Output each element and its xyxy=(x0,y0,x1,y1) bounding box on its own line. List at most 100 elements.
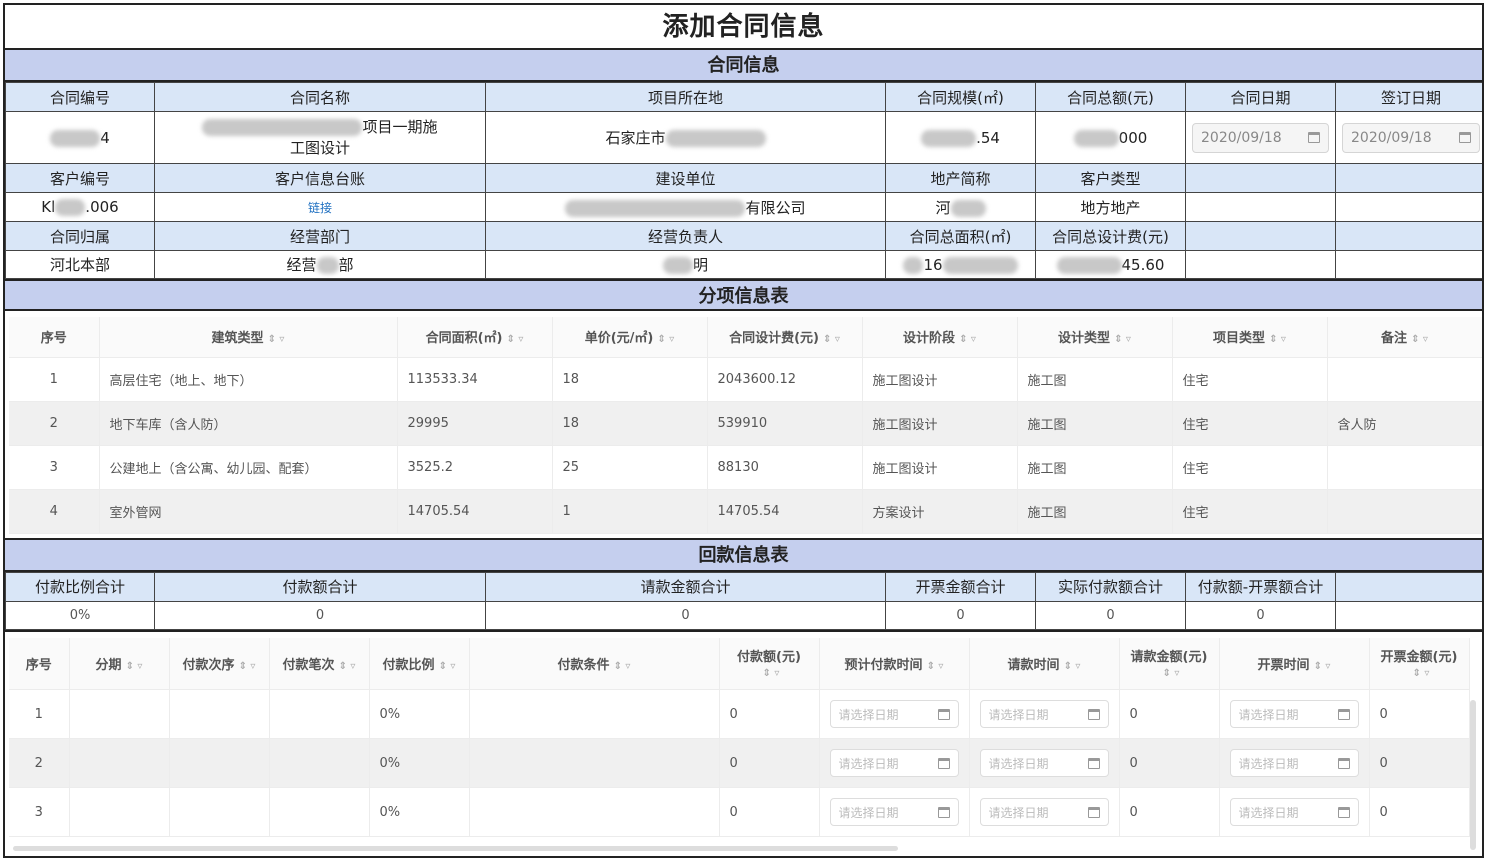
contract-name-value[interactable]: 项目一期施 工图设计 xyxy=(154,111,486,164)
cell-stage[interactable] xyxy=(69,738,170,788)
cell-unit-price[interactable]: 18 xyxy=(552,401,708,446)
cell-request-time[interactable]: 请选择日期 xyxy=(969,738,1120,788)
cell-unit-price[interactable]: 1 xyxy=(552,489,708,534)
cell-pay-amount[interactable]: 0 xyxy=(719,738,820,788)
cell-request-amount[interactable]: 0 xyxy=(1119,689,1220,739)
total-fee-value[interactable]: 45.60 xyxy=(1035,250,1186,279)
cell-unit-price[interactable]: 18 xyxy=(552,357,708,402)
col-pay-order[interactable]: 付款次序 ⇕ ▿ xyxy=(169,637,270,690)
customer-type-value[interactable]: 地方地产 xyxy=(1035,192,1186,222)
manager-value[interactable]: 明 xyxy=(485,250,886,279)
scale-value[interactable]: .54 xyxy=(885,111,1036,164)
cell-remark[interactable]: 含人防 xyxy=(1327,401,1482,446)
table-row[interactable]: 3 公建地上（含公寓、幼儿园、配套） 3525.2 25 88130 施工图设计… xyxy=(9,445,1482,490)
col-invoice-time[interactable]: 开票时间 ⇕ ▿ xyxy=(1219,637,1370,690)
table-row[interactable]: 3 0% 0 请选择日期 请选择日期 0 请选择日期 0 xyxy=(9,787,1470,837)
customer-no-value[interactable]: Kl .006 xyxy=(5,192,155,222)
col-remark[interactable]: 备注 ⇕ ▿ xyxy=(1327,317,1482,358)
cell-area[interactable]: 14705.54 xyxy=(397,489,553,534)
cell-project-type[interactable]: 住宅 xyxy=(1172,445,1328,490)
sort-filter-icon[interactable]: ⇕ ▿ xyxy=(268,334,285,345)
cell-expected-time[interactable]: 请选择日期 xyxy=(819,738,970,788)
cell-request-amount[interactable]: 0 xyxy=(1119,738,1220,788)
table-row[interactable]: 1 高层住宅（地上、地下） 113533.34 18 2043600.12 施工… xyxy=(9,357,1482,402)
cell-stage[interactable] xyxy=(69,689,170,739)
sort-filter-icon[interactable]: ⇕ ▿ xyxy=(1064,661,1081,672)
cell-building-type[interactable]: 高层住宅（地上、地下） xyxy=(99,357,398,402)
cell-invoice-amount[interactable]: 0 xyxy=(1369,787,1470,837)
total-area-value[interactable]: 16 xyxy=(885,250,1036,279)
cell-design-fee[interactable]: 14705.54 xyxy=(707,489,863,534)
contract-date-field[interactable]: 2020/09/18 xyxy=(1185,111,1336,164)
cell-request-time[interactable]: 请选择日期 xyxy=(969,689,1120,739)
sort-filter-icon[interactable]: ⇕ ▿ xyxy=(763,668,780,679)
cell-design-type[interactable]: 施工图 xyxy=(1017,401,1173,446)
cell-pay-order[interactable] xyxy=(169,689,270,739)
cell-pay-count[interactable] xyxy=(269,787,370,837)
cell-design-fee[interactable]: 88130 xyxy=(707,445,863,490)
cell-area[interactable]: 113533.34 xyxy=(397,357,553,402)
sort-filter-icon[interactable]: ⇕ ▿ xyxy=(1269,334,1286,345)
cell-request-amount[interactable]: 0 xyxy=(1119,787,1220,837)
cell-expected-time[interactable]: 请选择日期 xyxy=(819,689,970,739)
sort-filter-icon[interactable]: ⇕ ▿ xyxy=(239,661,256,672)
dept-value[interactable]: 经营部 xyxy=(154,250,486,279)
cell-pay-amount[interactable]: 0 xyxy=(719,689,820,739)
sign-date-field[interactable]: 2020/09/18 xyxy=(1335,111,1482,164)
col-pay-ratio[interactable]: 付款比例 ⇕ ▿ xyxy=(369,637,470,690)
col-project-type[interactable]: 项目类型 ⇕ ▿ xyxy=(1172,317,1328,358)
contract-no-value[interactable]: 4 xyxy=(5,111,155,164)
cell-invoice-amount[interactable]: 0 xyxy=(1369,738,1470,788)
sort-filter-icon[interactable]: ⇕ ▿ xyxy=(959,334,976,345)
cell-design-stage[interactable]: 施工图设计 xyxy=(862,401,1018,446)
sort-filter-icon[interactable]: ⇕ ▿ xyxy=(1114,334,1131,345)
builder-value[interactable]: 有限公司 xyxy=(485,192,886,222)
sort-filter-icon[interactable]: ⇕ ▿ xyxy=(339,661,356,672)
cell-invoice-amount[interactable]: 0 xyxy=(1369,689,1470,739)
cell-pay-order[interactable] xyxy=(169,787,270,837)
date-picker[interactable]: 请选择日期 xyxy=(1229,749,1359,777)
cell-design-stage[interactable]: 施工图设计 xyxy=(862,357,1018,402)
cell-project-type[interactable]: 住宅 xyxy=(1172,357,1328,402)
col-design-type[interactable]: 设计类型 ⇕ ▿ xyxy=(1017,317,1173,358)
table-row[interactable]: 4 室外管网 14705.54 1 14705.54 方案设计 施工图 住宅 xyxy=(9,489,1482,534)
date-picker[interactable]: 请选择日期 xyxy=(979,700,1109,728)
cell-remark[interactable] xyxy=(1327,445,1482,490)
cell-remark[interactable] xyxy=(1327,357,1482,402)
cell-building-type[interactable]: 地下车库（含人防） xyxy=(99,401,398,446)
cell-project-type[interactable]: 住宅 xyxy=(1172,401,1328,446)
cell-building-type[interactable]: 公建地上（含公寓、幼儿园、配套） xyxy=(99,445,398,490)
date-picker[interactable]: 请选择日期 xyxy=(1229,700,1359,728)
location-value[interactable]: 石家庄市 xyxy=(485,111,886,164)
cell-design-type[interactable]: 施工图 xyxy=(1017,489,1173,534)
date-picker[interactable]: 请选择日期 xyxy=(979,798,1109,826)
date-picker[interactable]: 请选择日期 xyxy=(829,700,959,728)
date-picker[interactable]: 请选择日期 xyxy=(829,798,959,826)
sort-filter-icon[interactable]: ⇕ ▿ xyxy=(1411,334,1428,345)
sort-filter-icon[interactable]: ⇕ ▿ xyxy=(657,334,674,345)
contract-owner-value[interactable]: 河北本部 xyxy=(5,250,155,279)
cell-pay-condition[interactable] xyxy=(469,787,720,837)
cell-invoice-time[interactable]: 请选择日期 xyxy=(1219,738,1370,788)
cell-expected-time[interactable]: 请选择日期 xyxy=(819,787,970,837)
col-stage[interactable]: 分期 ⇕ ▿ xyxy=(69,637,170,690)
cell-request-time[interactable]: 请选择日期 xyxy=(969,787,1120,837)
cell-pay-condition[interactable] xyxy=(469,738,720,788)
cell-design-type[interactable]: 施工图 xyxy=(1017,445,1173,490)
cell-area[interactable]: 3525.2 xyxy=(397,445,553,490)
cell-pay-condition[interactable] xyxy=(469,689,720,739)
col-design-fee[interactable]: 合同设计费(元) ⇕ ▿ xyxy=(707,317,863,358)
horizontal-scrollbar[interactable] xyxy=(13,846,898,851)
date-picker[interactable]: 请选择日期 xyxy=(829,749,959,777)
sort-filter-icon[interactable]: ⇕ ▿ xyxy=(823,334,840,345)
cell-area[interactable]: 29995 xyxy=(397,401,553,446)
col-unit-price[interactable]: 单价(元/㎡) ⇕ ▿ xyxy=(552,317,708,358)
cell-design-stage[interactable]: 方案设计 xyxy=(862,489,1018,534)
col-design-stage[interactable]: 设计阶段 ⇕ ▿ xyxy=(862,317,1018,358)
cell-pay-amount[interactable]: 0 xyxy=(719,787,820,837)
col-area[interactable]: 合同面积(㎡) ⇕ ▿ xyxy=(397,317,553,358)
col-pay-count[interactable]: 付款笔次 ⇕ ▿ xyxy=(269,637,370,690)
sort-filter-icon[interactable]: ⇕ ▿ xyxy=(1314,661,1331,672)
sort-filter-icon[interactable]: ⇕ ▿ xyxy=(927,661,944,672)
col-pay-amount[interactable]: 付款额(元) ⇕ ▿ xyxy=(719,637,820,690)
